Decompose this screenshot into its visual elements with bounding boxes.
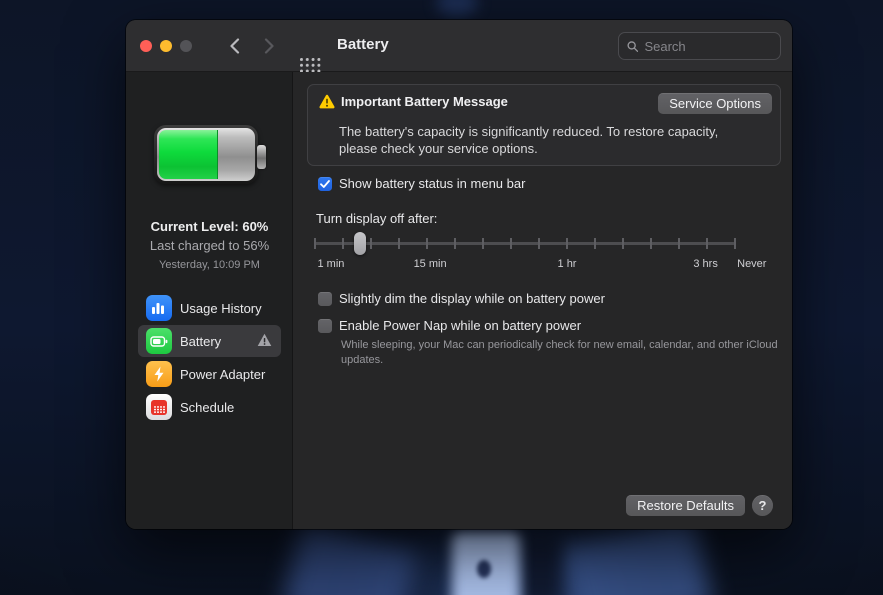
important-battery-message-box: Important Battery Message Service Option…: [307, 84, 781, 166]
power-nap-checkbox[interactable]: [318, 318, 332, 333]
usage-history-icon: [146, 295, 172, 321]
slider-tick-label: 1 hr: [557, 258, 577, 270]
show-battery-status-row: Show battery status in menu bar: [318, 176, 525, 191]
last-charged-text: Last charged to 56%: [149, 238, 270, 253]
close-button[interactable]: [140, 40, 152, 52]
dim-display-checkbox[interactable]: [318, 291, 332, 306]
battery-level-graphic: [154, 123, 266, 185]
sidebar-item-power-adapter[interactable]: Power Adapter: [138, 358, 281, 390]
current-level-text: Current Level: 60%: [150, 219, 269, 234]
titlebar[interactable]: Battery: [126, 20, 792, 74]
chevron-left-icon: [229, 38, 239, 54]
search-icon: [627, 40, 639, 52]
dim-display-row: Slightly dim the display while on batter…: [318, 291, 605, 306]
display-off-label: Turn display off after:: [316, 211, 438, 226]
sidebar-menu: Usage History Battery Power Adapter Sche…: [138, 292, 281, 424]
sidebar-item-schedule[interactable]: Schedule: [138, 391, 281, 423]
sidebar-item-label: Schedule: [180, 399, 235, 415]
battery-warning-icon: [257, 333, 272, 352]
slider-tick-label: 3 hrs: [693, 258, 718, 270]
power-nap-row: Enable Power Nap while on battery power: [318, 318, 581, 333]
battery-preferences-window: Battery Current Level: 60% Last charged …: [126, 20, 792, 529]
battery-graphic-terminal: [257, 145, 266, 169]
traffic-lights: [140, 40, 192, 52]
warning-message: The battery's capacity is significantly …: [339, 124, 719, 156]
battery-graphic-fill: [159, 130, 218, 179]
display-off-slider[interactable]: [314, 231, 736, 257]
warning-title: Important Battery Message: [341, 94, 508, 109]
help-button[interactable]: ?: [752, 495, 773, 516]
restore-defaults-button[interactable]: Restore Defaults: [626, 495, 745, 516]
search-input[interactable]: [644, 38, 772, 54]
slider-track: [315, 242, 735, 245]
checkbox-label: Show battery status in menu bar: [339, 176, 526, 191]
sidebar-item-label: Usage History: [180, 300, 262, 316]
service-options-button[interactable]: Service Options: [658, 93, 772, 114]
sidebar-item-label: Battery: [180, 333, 222, 349]
battery-icon: [146, 328, 172, 354]
slider-thumb[interactable]: [353, 232, 366, 255]
window-title: Battery: [337, 36, 389, 53]
search-field[interactable]: [618, 32, 781, 60]
sidebar-item-battery[interactable]: Battery: [138, 325, 281, 357]
battery-pane: Important Battery Message Service Option…: [293, 72, 792, 529]
slider-tick-label: 1 min: [317, 258, 345, 270]
chevron-right-icon: [264, 38, 274, 54]
checkmark-icon: [320, 179, 330, 188]
checkbox-label: Enable Power Nap while on battery power: [339, 318, 582, 333]
sidebar: Current Level: 60% Last charged to 56% Y…: [126, 72, 293, 529]
minimize-button[interactable]: [160, 40, 172, 52]
sidebar-item-label: Power Adapter: [180, 366, 266, 382]
last-charged-time: Yesterday, 10:09 PM: [159, 259, 260, 271]
battery-graphic-body: [154, 125, 258, 184]
slider-tick-label: Never: [737, 258, 767, 270]
power-nap-note: While sleeping, your Mac can periodicall…: [341, 339, 778, 366]
power-adapter-icon: [146, 361, 172, 387]
slider-tick-labels: 1 min 15 min 1 hr 3 hrs Never: [315, 258, 767, 272]
show-battery-status-checkbox[interactable]: [318, 176, 332, 191]
back-button[interactable]: [223, 35, 245, 57]
schedule-icon: [146, 394, 172, 420]
zoom-button-disabled: [180, 40, 192, 52]
forward-button-disabled: [258, 35, 280, 57]
checkbox-label: Slightly dim the display while on batter…: [339, 291, 605, 306]
slider-tick-label: 15 min: [413, 258, 447, 270]
sidebar-item-usage-history[interactable]: Usage History: [138, 292, 281, 324]
warning-triangle-icon: [319, 94, 335, 109]
